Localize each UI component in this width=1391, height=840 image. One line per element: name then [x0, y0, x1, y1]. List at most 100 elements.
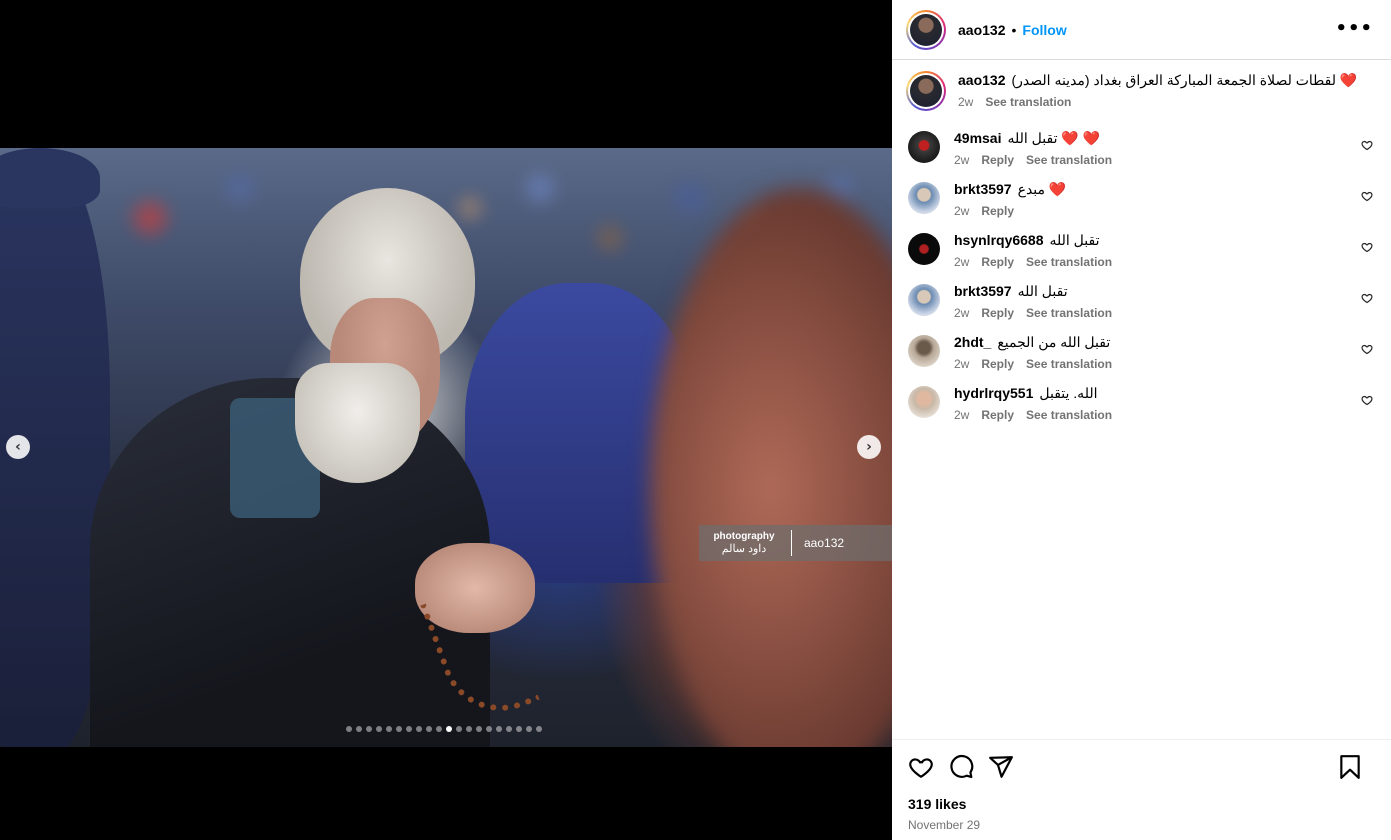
- heart-icon[interactable]: [1361, 190, 1373, 202]
- comment-username[interactable]: 2hdt_: [954, 334, 991, 350]
- reply-button[interactable]: Reply: [981, 204, 1014, 218]
- carousel-dot: [456, 726, 462, 732]
- avatar[interactable]: [908, 182, 940, 214]
- comment-item: 49msai ❤️ ❤️ تقبل الله 2w Reply See trans…: [906, 129, 1377, 167]
- carousel-dot: [476, 726, 482, 732]
- carousel-dot: [416, 726, 422, 732]
- post-sidebar: aao132 • Follow ••• aao132 ❤️ لقطات لصلاة…: [892, 0, 1391, 840]
- carousel-dot: [366, 726, 372, 732]
- post-viewer: photography داود سالم aao132 ‹ › aao132 …: [0, 0, 1391, 840]
- caption-username[interactable]: aao132: [958, 72, 1005, 88]
- see-translation-link[interactable]: See translation: [1026, 153, 1112, 167]
- comment-text: ❤️ ❤️ تقبل الله: [1007, 130, 1101, 146]
- watermark-arabic: داود سالم: [721, 543, 767, 555]
- comment-time[interactable]: 2w: [954, 255, 969, 269]
- comment-time[interactable]: 2w: [954, 408, 969, 422]
- comment-text: ❤️ مبدع: [1017, 181, 1067, 197]
- carousel-next-button[interactable]: ›: [857, 435, 881, 459]
- comment-icon[interactable]: [948, 754, 974, 780]
- post-username[interactable]: aao132: [958, 22, 1005, 38]
- comment-text: الله. يتقبل: [1039, 385, 1098, 401]
- carousel-dot: [426, 726, 432, 732]
- avatar[interactable]: [908, 335, 940, 367]
- see-translation-link[interactable]: See translation: [1026, 357, 1112, 371]
- avatar[interactable]: [906, 9, 946, 50]
- caption-time[interactable]: 2w: [958, 95, 973, 109]
- heart-icon[interactable]: [1361, 292, 1373, 304]
- post-header: aao132 • Follow •••: [892, 0, 1391, 60]
- post-caption: aao132 ❤️ لقطات لصلاة الجمعة المباركة الع…: [906, 71, 1377, 111]
- carousel-dot: [506, 726, 512, 732]
- post-photo[interactable]: photography داود سالم aao132: [0, 148, 892, 747]
- heart-icon[interactable]: [1361, 343, 1373, 355]
- avatar[interactable]: [908, 131, 940, 163]
- comment-item: hsynlrqy6688 تقبل الله 2w Reply See trans…: [906, 231, 1377, 269]
- carousel-dot: [516, 726, 522, 732]
- carousel-dot: [486, 726, 492, 732]
- heart-icon[interactable]: [1361, 241, 1373, 253]
- watermark-photography: photography: [713, 531, 775, 542]
- comment-time[interactable]: 2w: [954, 357, 969, 371]
- chevron-right-icon: ›: [866, 439, 872, 455]
- comment-username[interactable]: brkt3597: [954, 181, 1012, 197]
- avatar[interactable]: [908, 233, 940, 265]
- reply-button[interactable]: Reply: [981, 306, 1014, 320]
- reply-button[interactable]: Reply: [981, 255, 1014, 269]
- likes-count[interactable]: 319 likes: [908, 796, 1375, 812]
- post-date: November 29: [908, 818, 981, 832]
- carousel-dot: [446, 726, 452, 732]
- separator-dot: •: [1011, 21, 1017, 38]
- bookmark-icon[interactable]: [1337, 754, 1363, 780]
- carousel-prev-button[interactable]: ‹: [6, 435, 30, 459]
- comment-time[interactable]: 2w: [954, 306, 969, 320]
- comment-username[interactable]: hydrlrqy551: [954, 385, 1033, 401]
- carousel-dot: [406, 726, 412, 732]
- comment-text: تقبل الله: [1049, 232, 1100, 248]
- carousel-dot: [496, 726, 502, 732]
- reply-button[interactable]: Reply: [981, 357, 1014, 371]
- comment-item: brkt3597 تقبل الله 2w Reply See translati…: [906, 282, 1377, 320]
- see-translation-link[interactable]: See translation: [985, 95, 1071, 109]
- comment-text: تقبل الله: [1017, 283, 1068, 299]
- see-translation-link[interactable]: See translation: [1026, 408, 1112, 422]
- see-translation-link[interactable]: See translation: [1026, 255, 1112, 269]
- more-options-icon[interactable]: •••: [1335, 18, 1373, 39]
- comment-item: hydrlrqy551 الله. يتقبل 2w Reply See tran…: [906, 384, 1377, 422]
- action-bar: 319 likes November 29: [892, 739, 1391, 840]
- carousel-dot: [346, 726, 352, 732]
- follow-button[interactable]: Follow: [1022, 22, 1066, 38]
- avatar[interactable]: [908, 284, 940, 316]
- carousel-indicator: [346, 726, 542, 732]
- photo-watermark: photography داود سالم aao132: [699, 525, 892, 561]
- comment-username[interactable]: 49msai: [954, 130, 1001, 146]
- carousel-dot: [436, 726, 442, 732]
- caption-text: ❤️ لقطات لصلاة الجمعة المباركة العراق بغ…: [1011, 72, 1358, 88]
- comment-item: brkt3597 ❤️ مبدع 2w Reply: [906, 180, 1377, 218]
- reply-button[interactable]: Reply: [981, 153, 1014, 167]
- carousel-dot: [536, 726, 542, 732]
- comments-list: aao132 ❤️ لقطات لصلاة الجمعة المباركة الع…: [892, 61, 1391, 739]
- comment-time[interactable]: 2w: [954, 153, 969, 167]
- comment-text: تقبل الله من الجميع: [997, 334, 1111, 350]
- carousel-dot: [376, 726, 382, 732]
- share-icon[interactable]: [988, 754, 1014, 780]
- caption-avatar[interactable]: [906, 71, 946, 111]
- watermark-handle: aao132: [804, 536, 845, 550]
- carousel-dot: [356, 726, 362, 732]
- carousel-dot: [526, 726, 532, 732]
- comment-username[interactable]: hsynlrqy6688: [954, 232, 1044, 248]
- avatar[interactable]: [908, 386, 940, 418]
- comment-time[interactable]: 2w: [954, 204, 969, 218]
- carousel-dot: [386, 726, 392, 732]
- comment-item: 2hdt_ تقبل الله من الجميع 2w Reply See tr…: [906, 333, 1377, 371]
- heart-icon[interactable]: [1361, 394, 1373, 406]
- carousel-dot: [396, 726, 402, 732]
- chevron-left-icon: ‹: [15, 439, 21, 455]
- comment-username[interactable]: brkt3597: [954, 283, 1012, 299]
- heart-icon[interactable]: [908, 754, 934, 780]
- see-translation-link[interactable]: See translation: [1026, 306, 1112, 320]
- media-panel: photography داود سالم aao132 ‹ ›: [0, 0, 892, 840]
- heart-icon[interactable]: [1361, 139, 1373, 151]
- carousel-dot: [466, 726, 472, 732]
- reply-button[interactable]: Reply: [981, 408, 1014, 422]
